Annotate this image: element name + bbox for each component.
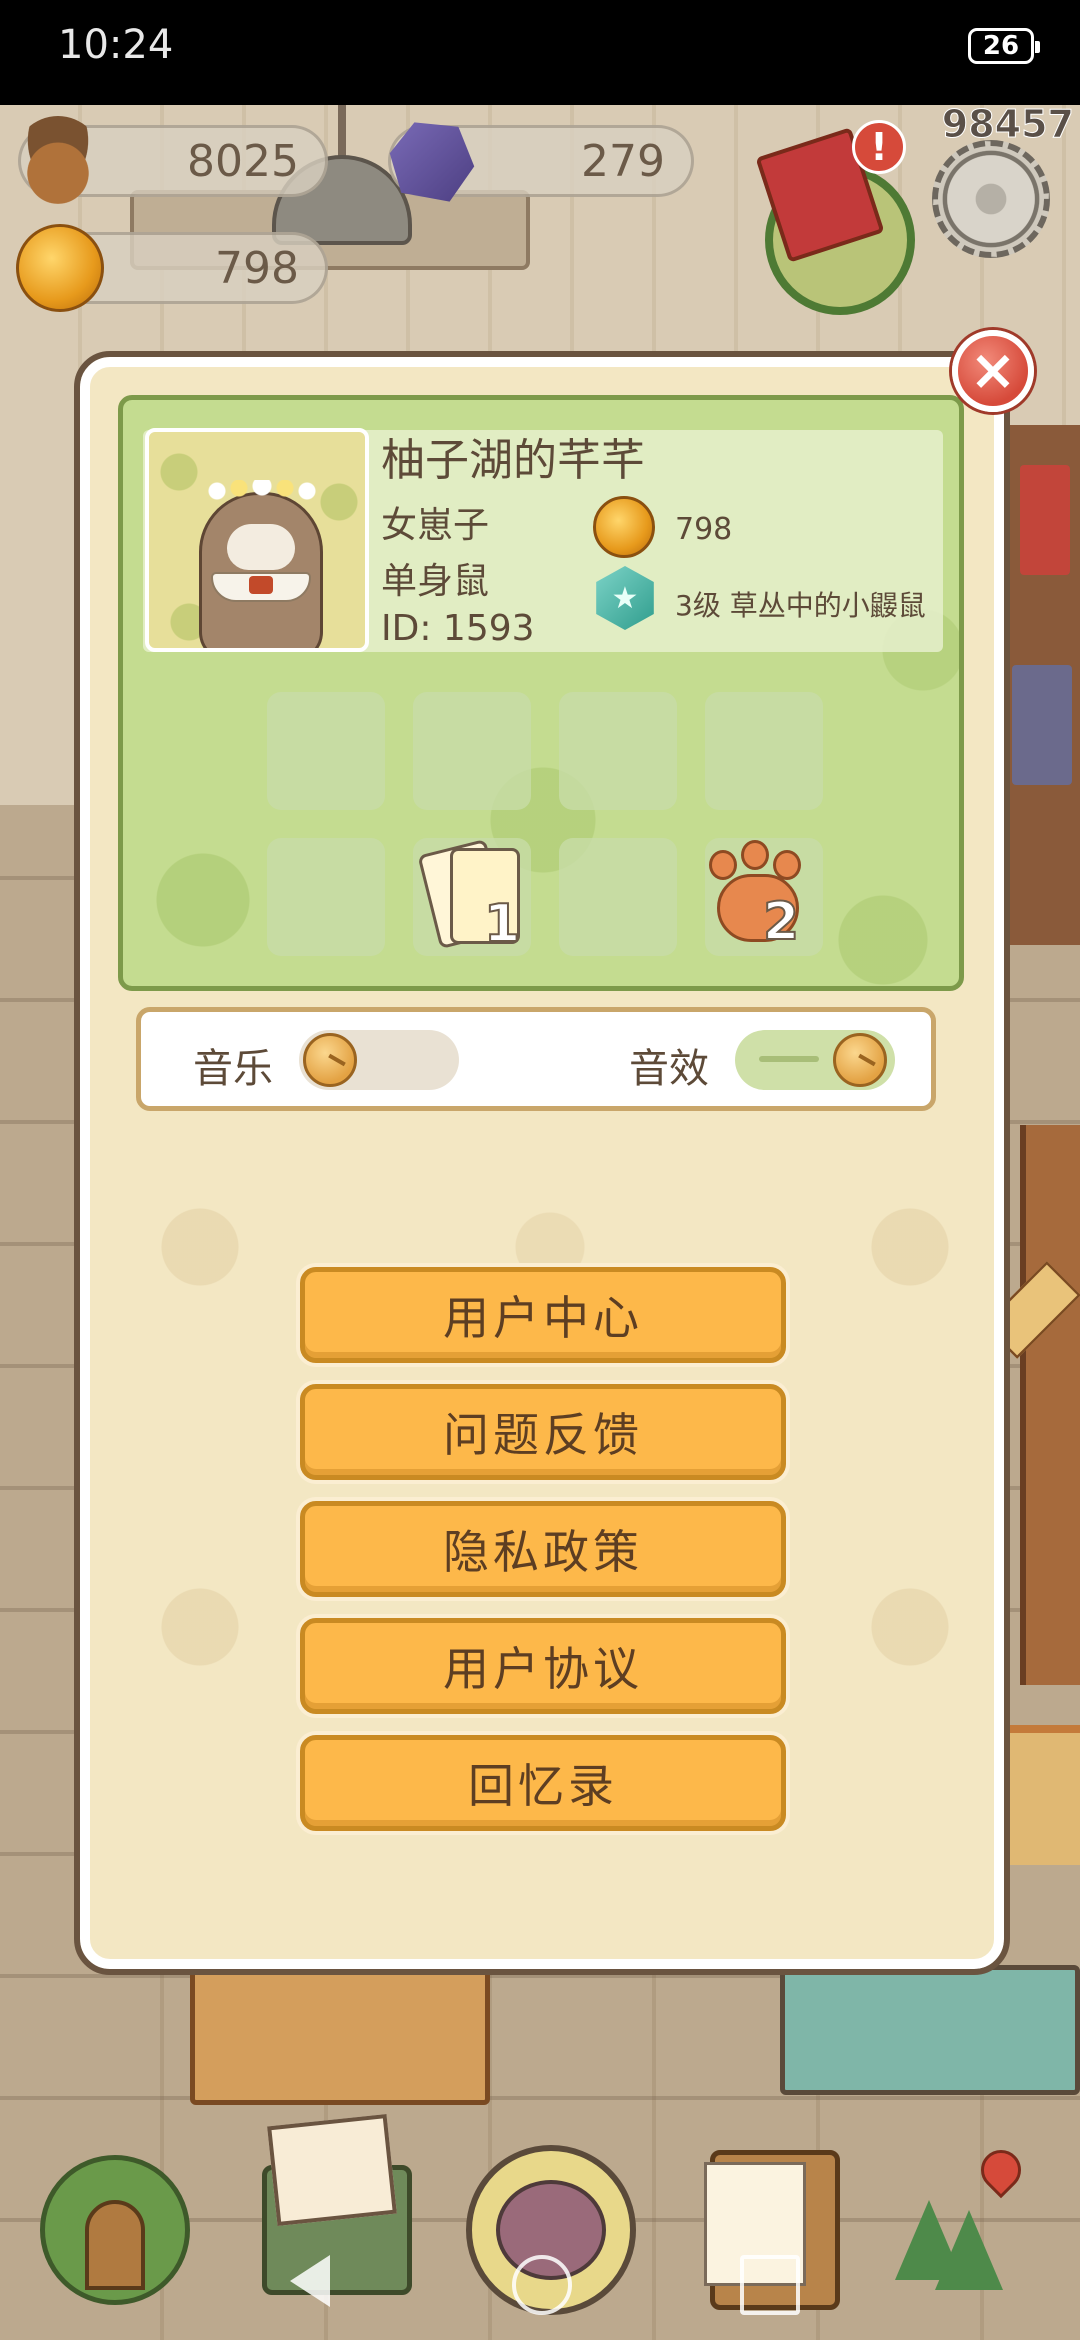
book-icon (1012, 665, 1072, 785)
player-title-secondary: 单身鼠 (381, 561, 490, 602)
profile-bell-count: 798 (675, 512, 733, 547)
item-slot[interactable] (559, 692, 677, 810)
toggle-knob (833, 1033, 887, 1087)
player-id: ID: 1593 (381, 608, 535, 649)
back-icon[interactable] (290, 2255, 330, 2307)
item-count: 1 (483, 894, 521, 954)
item-slot[interactable] (413, 692, 531, 810)
paw-icon (709, 850, 737, 880)
sfx-label: 音效 (629, 1046, 709, 1092)
book-icon (1020, 465, 1070, 575)
location-pin-icon (972, 2141, 1030, 2199)
alert-badge: ! (852, 120, 906, 174)
sfx-toggle[interactable] (735, 1030, 895, 1090)
music-label: 音乐 (193, 1046, 273, 1092)
item-slot[interactable] (559, 838, 677, 956)
home-icon[interactable] (512, 2255, 572, 2315)
feedback-button[interactable]: 问题反馈 (300, 1384, 786, 1480)
nav-mail[interactable] (252, 2114, 422, 2320)
item-count: 2 (762, 892, 800, 952)
tree-icon (935, 2210, 1003, 2290)
map-icon (885, 2141, 1045, 2300)
acorn-icon (14, 116, 102, 204)
memoir-button[interactable]: 回忆录 (300, 1735, 786, 1831)
item-slot[interactable] (705, 692, 823, 810)
player-name: 柚子湖的芊芊 (381, 435, 645, 486)
music-toggle[interactable] (299, 1030, 459, 1090)
battery-icon: 26 (968, 28, 1040, 64)
item-slot[interactable] (267, 692, 385, 810)
item-slot[interactable] (267, 838, 385, 956)
user-agreement-button[interactable]: 用户协议 (300, 1618, 786, 1714)
privacy-policy-button[interactable]: 隐私政策 (300, 1501, 786, 1597)
flower-crown-icon (207, 480, 317, 502)
wooden-door (1020, 1125, 1080, 1685)
paw-item[interactable]: 2 (703, 840, 811, 949)
player-title-primary: 女崽子 (381, 505, 490, 546)
bow-icon (249, 576, 273, 594)
toggle-knob (303, 1033, 357, 1087)
status-bar: 10:24 26 (0, 0, 1080, 105)
status-time: 10:24 (58, 22, 174, 68)
bell-icon (16, 224, 104, 312)
close-button[interactable]: × (952, 330, 1034, 412)
sound-settings: 音乐 音效 (136, 1007, 936, 1111)
otter-face (227, 524, 295, 570)
paw-icon (741, 840, 769, 870)
cabinet-left (190, 1965, 490, 2105)
cards-item[interactable]: 1 (417, 838, 528, 951)
user-center-button[interactable]: 用户中心 (300, 1267, 786, 1363)
settings-gear-icon[interactable] (932, 140, 1050, 258)
bell-icon (593, 496, 655, 558)
nav-home[interactable] (30, 2140, 200, 2320)
score-value: 98457 (941, 102, 1074, 147)
profile-panel: 柚子湖的芊芊 女崽子 单身鼠 ID: 1593 798 ★ 3级 草丛中的小鼹鼠… (118, 395, 964, 991)
settings-dialog: 柚子湖的芊芊 女崽子 单身鼠 ID: 1593 798 ★ 3级 草丛中的小鼹鼠… (74, 351, 1010, 1975)
letter-icon (267, 2114, 397, 2226)
cabinet-right (780, 1965, 1080, 2095)
avatar[interactable] (145, 428, 369, 652)
nav-map[interactable] (880, 2140, 1050, 2320)
recent-apps-icon[interactable] (740, 2255, 800, 2315)
level-text: 3级 草丛中的小鼹鼠 (675, 589, 926, 622)
door-icon (85, 2200, 145, 2290)
toggle-track-line (759, 1056, 819, 1062)
